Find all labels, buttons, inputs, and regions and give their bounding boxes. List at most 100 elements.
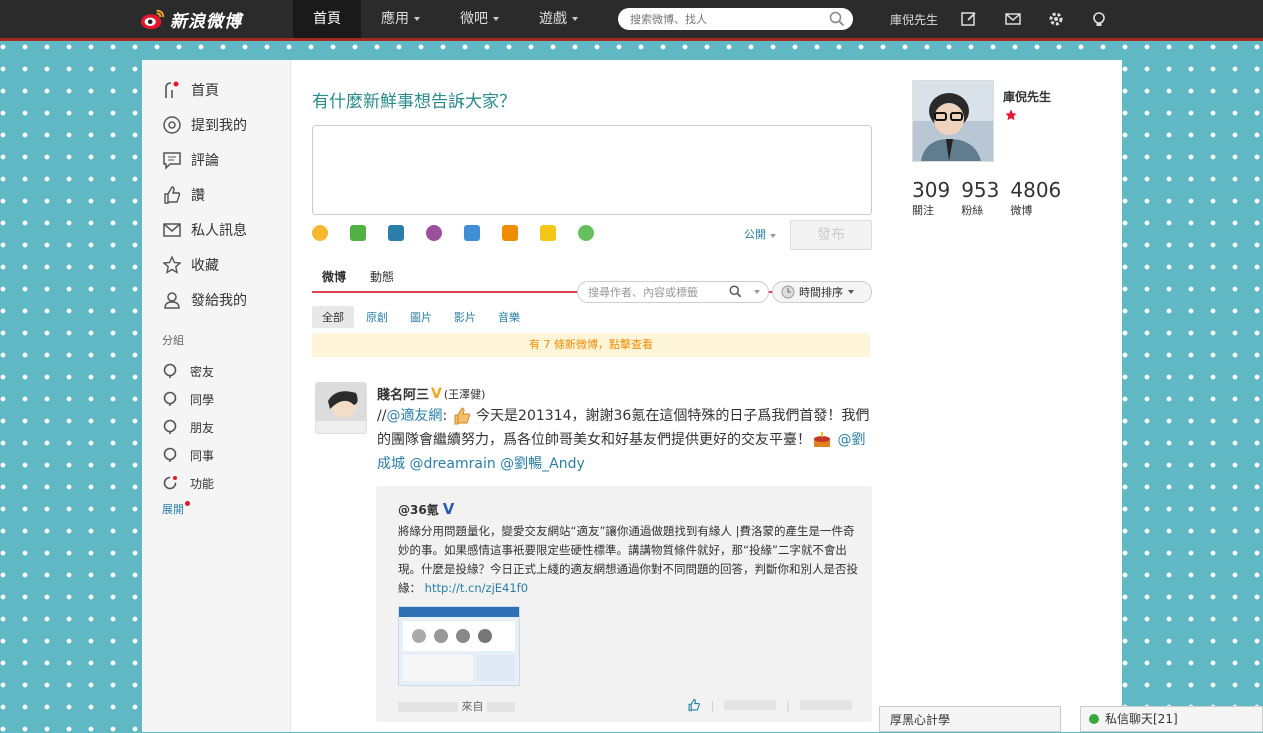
subtab-videos[interactable]: 影片 [444,306,486,328]
mention-link[interactable]: @適友網 [386,408,442,424]
post-textarea[interactable] [312,125,872,215]
top-bar: 新浪微博 首頁 應用 微吧 遊戲 庫倪先生 [0,0,1263,41]
sidebar-item-favorites[interactable]: 收藏 [162,253,219,277]
video-icon[interactable] [388,225,404,241]
stat-followers[interactable]: 953 粉絲 [961,178,999,218]
vote-icon[interactable] [502,225,518,241]
stat-label: 粉絲 [961,204,984,217]
repost-action[interactable] [724,700,777,710]
sidebar-item-sent-to-me[interactable]: 發給我的 [162,288,247,312]
cake-emoji-icon [814,432,830,447]
profile-name[interactable]: 庫倪先生 [1003,88,1051,105]
bulb-icon[interactable] [1090,10,1108,28]
sidebar-item-home[interactable]: 首頁 [162,78,219,102]
nav-weiba-label: 微吧 [460,11,488,27]
quoted-post: @36氪 V 將緣分用問題量化，變愛交友網站“適友”讓你通過做題找到有緣人 |費… [376,486,872,722]
quoted-source-label: 來自 [461,700,484,713]
nav-weiba[interactable]: 微吧 [440,0,519,38]
chevron-down-icon [414,17,420,21]
nav-home-label: 首頁 [313,11,341,27]
music-icon[interactable] [426,225,442,241]
search-icon[interactable] [729,285,742,298]
nav-home[interactable]: 首頁 [293,0,361,38]
member-star-icon[interactable] [1004,108,1018,122]
feed-filter-placeholder: 搜尋作者、內容或標籤 [588,286,698,299]
gear-icon[interactable] [1047,10,1065,28]
group-item-features[interactable]: 功能 [162,473,214,493]
quoted-thumbnail[interactable] [398,606,520,686]
thumb-icon[interactable] [687,698,701,712]
mail-icon[interactable] [1004,10,1022,28]
stat-number: 953 [961,178,1000,202]
post-text: //@適友網: 今天是201314，謝謝36氪在這個特殊的日子爲我們首發！我們的… [377,404,871,476]
composer-prompt: 有什麼新鮮事想告訴大家？ [312,92,516,112]
search-icon[interactable] [829,11,845,27]
group-item-label: 同學 [190,392,215,407]
main-nav: 首頁 應用 微吧 遊戲 [293,0,598,38]
subtab-images[interactable]: 圖片 [400,306,442,328]
avatar[interactable] [315,382,367,434]
chevron-down-icon [572,17,578,21]
weibo-logo[interactable]: 新浪微博 [140,6,242,32]
person-icon [164,292,180,309]
subtab-music[interactable]: 音樂 [488,306,530,328]
topic-icon[interactable] [464,225,480,241]
quoted-author[interactable]: @36氪 V [398,500,454,518]
quoted-timestamp[interactable] [398,702,458,712]
top-username-link[interactable]: 庫倪先生 [890,11,938,28]
group-item-friends[interactable]: 朋友 [162,417,214,437]
new-posts-notice[interactable]: 有 7 條新微博，點擊查看 [312,333,870,357]
chat-widget[interactable]: 私信聊天[21] [1080,706,1263,732]
visibility-dropdown[interactable]: 公開 [744,226,776,242]
profile-avatar[interactable] [912,80,994,162]
visibility-label: 公開 [744,228,766,241]
main-card: 首頁 提到我的 評論 讚 私人訊息 收藏 發給我的 分組 密友 同學 朋友 同事… [142,60,1122,732]
quoted-text: 將緣分用問題量化，變愛交友網站“適友”讓你通過做題找到有緣人 |費洛蒙的產生是一… [398,522,858,598]
stat-number: 4806 [1010,178,1062,202]
floating-widget[interactable]: 厚黑心計學 [879,706,1061,732]
group-item-label: 同事 [190,448,215,463]
emoji-icon[interactable] [312,225,328,241]
image-icon[interactable] [350,225,366,241]
group-item-colleagues[interactable]: 同事 [162,445,214,465]
left-sidebar: 首頁 提到我的 評論 讚 私人訊息 收藏 發給我的 分組 密友 同學 朋友 同事… [142,60,291,732]
quoted-link[interactable]: http://t.cn/zjE41f0 [425,581,528,595]
sidebar-item-mentions[interactable]: 提到我的 [162,113,247,137]
comment-action[interactable] [800,700,852,710]
sidebar-item-likes[interactable]: 讚 [162,183,205,207]
group-item-close-friends[interactable]: 密友 [162,361,214,381]
clock-icon [781,285,795,299]
nav-apps[interactable]: 應用 [361,0,440,38]
quoted-actions: | | [687,698,852,712]
quoted-source-link[interactable] [487,702,515,712]
tab-activity[interactable]: 動態 [360,268,404,285]
stat-posts[interactable]: 4806 微博 [1010,178,1061,218]
publish-button[interactable]: 發布 [790,220,872,250]
sidebar-item-label: 提到我的 [191,118,247,134]
note-icon[interactable] [540,225,556,241]
post-author[interactable]: 賤名阿三 V (王澤健) [377,384,485,404]
edit-icon[interactable] [960,10,978,28]
sidebar-item-label: 發給我的 [191,293,247,309]
search-input[interactable] [628,11,822,27]
comment-icon [163,152,181,170]
subtab-all[interactable]: 全部 [312,306,354,328]
sort-dropdown[interactable]: 時間排序 [772,281,872,303]
nav-games[interactable]: 遊戲 [519,0,598,38]
logo-text: 新浪微博 [170,11,242,32]
stat-following[interactable]: 309 關注 [912,178,950,218]
sidebar-item-comments[interactable]: 評論 [162,148,219,172]
post-text-colon: : [442,408,452,424]
group-item-classmates[interactable]: 同學 [162,389,214,409]
mail-icon [163,223,181,237]
feed-filter-search[interactable]: 搜尋作者、內容或標籤 [577,281,769,303]
notification-dot [185,501,190,506]
more-icon[interactable] [578,225,594,241]
composer-tools [312,225,616,241]
expand-link[interactable]: 展開 [162,501,190,517]
tab-weibo[interactable]: 微博 [312,268,356,285]
group-item-label: 密友 [190,364,215,379]
sidebar-item-messages[interactable]: 私人訊息 [162,218,247,242]
subtab-original[interactable]: 原創 [356,306,398,328]
stat-number: 309 [912,178,951,202]
